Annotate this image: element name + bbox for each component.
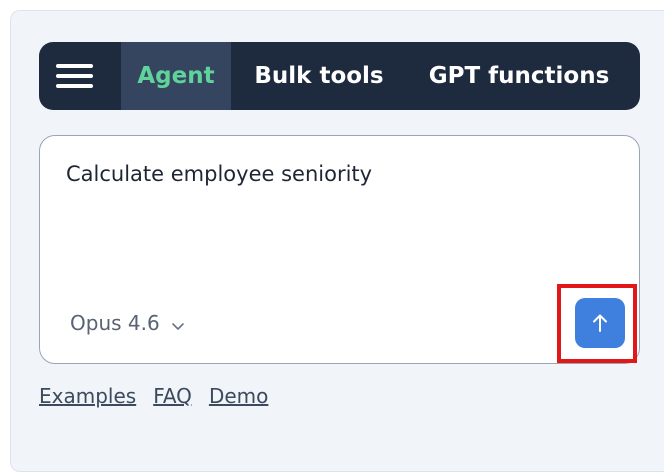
menu-button[interactable] — [39, 42, 121, 110]
model-select[interactable]: Opus 4.6 — [70, 311, 186, 335]
prompt-text: Calculate employee seniority — [66, 162, 373, 186]
tab-gpt-functions[interactable]: GPT functions — [409, 42, 629, 110]
demo-link[interactable]: Demo — [209, 384, 268, 408]
prompt-input[interactable]: Calculate employee seniority Opus 4.6 — [39, 135, 640, 364]
faq-link[interactable]: FAQ — [153, 384, 192, 408]
chevron-down-icon — [170, 315, 186, 331]
help-links: Examples FAQ Demo — [39, 384, 285, 408]
send-button[interactable] — [575, 298, 625, 348]
arrow-up-icon — [593, 314, 607, 332]
tab-agent[interactable]: Agent — [121, 42, 231, 110]
model-label: Opus 4.6 — [70, 311, 160, 335]
tab-bar: Agent Bulk tools GPT functions — [39, 42, 640, 110]
examples-link[interactable]: Examples — [39, 384, 136, 408]
tab-bulk-tools[interactable]: Bulk tools — [239, 42, 399, 110]
